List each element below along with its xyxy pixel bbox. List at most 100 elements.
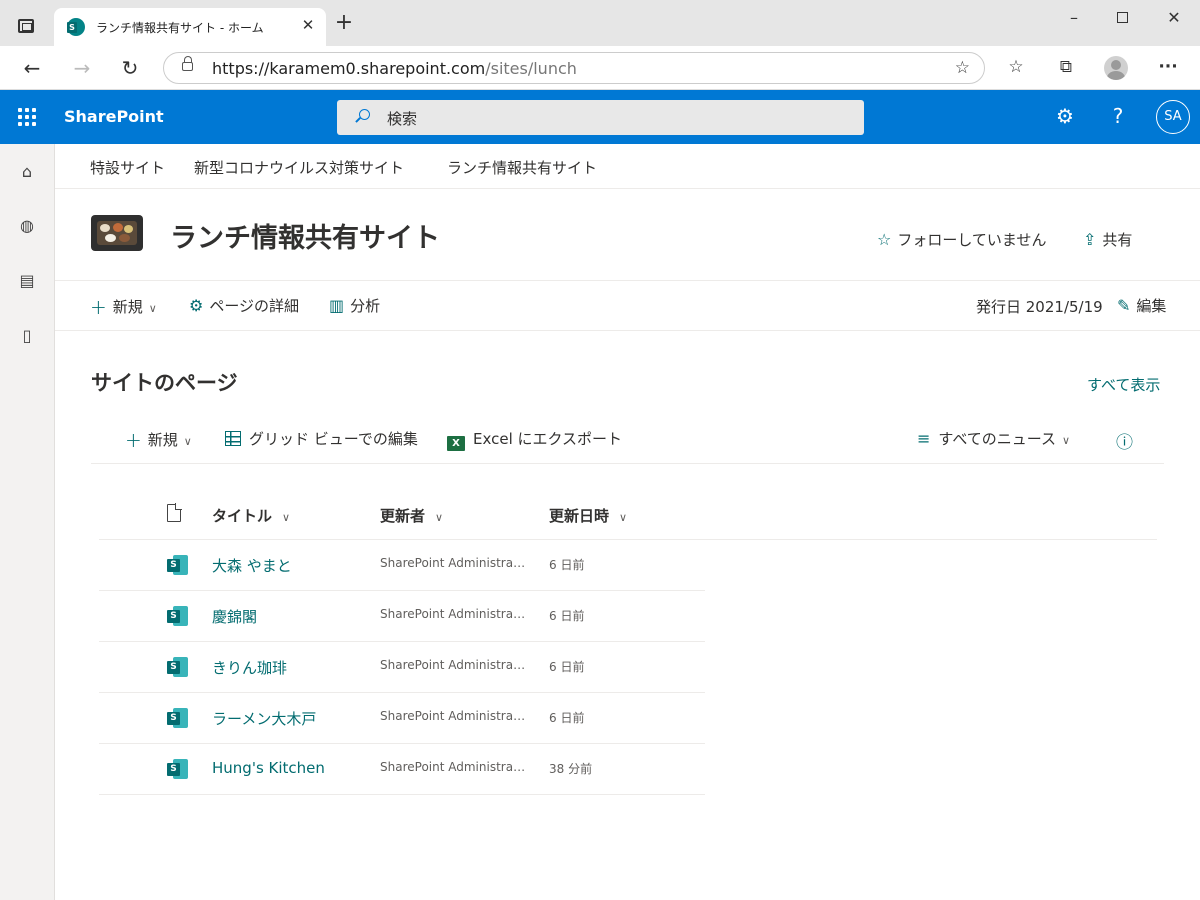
hub-link-special[interactable]: 特設サイト — [90, 157, 165, 178]
star-icon: ☆ — [877, 230, 892, 249]
info-icon[interactable]: ⓘ — [1116, 428, 1133, 453]
url-text[interactable]: https://karamem0.sharepoint.com/sites/lu… — [212, 59, 577, 78]
sharepoint-page-icon — [167, 606, 188, 626]
lock-icon[interactable] — [182, 56, 193, 71]
search-placeholder: 検索 — [387, 110, 418, 128]
pencil-icon: ✎ — [1117, 296, 1131, 315]
favorites-icon[interactable]: ☆ — [1004, 57, 1028, 77]
edit-button[interactable]: ✎ 編集 — [1117, 295, 1166, 316]
excel-icon: X — [447, 436, 465, 451]
window-close-icon[interactable]: ✕ — [1160, 8, 1188, 27]
row-modified-by: SharePoint Administrator — [380, 658, 528, 672]
new-tab-icon[interactable]: + — [332, 12, 356, 34]
app-bar: ⌂ ◍ ▤ ▯ — [0, 144, 55, 900]
settings-gear-icon[interactable]: ⚙ — [1053, 104, 1077, 128]
tab-actions-icon[interactable] — [18, 19, 34, 33]
analytics-icon: ▥ — [329, 296, 345, 315]
reload-icon[interactable]: ↻ — [118, 56, 142, 80]
collections-icon[interactable]: ⧉ — [1054, 57, 1078, 77]
library-command-bar: + 新規 ∨ グリッド ビューでの編集 X Excel にエクスポート ≡ すべてのニュ… — [91, 420, 1164, 464]
pages-list: タイトル∨ 更新者∨ 更新日時∨ 大森 やまと SharePoint Admin… — [99, 490, 1157, 795]
hub-link-covid[interactable]: 新型コロナウイルス対策サイト — [194, 157, 404, 178]
row-modified: 38 分前 — [549, 762, 593, 776]
hub-link-lunch[interactable]: ランチ情報共有サイト — [447, 157, 597, 178]
file-icon[interactable]: ▯ — [17, 326, 37, 346]
tab-close-icon[interactable]: ✕ — [298, 16, 318, 34]
row-title-link[interactable]: Hung's Kitchen — [212, 759, 325, 777]
row-modified: 6 日前 — [549, 660, 585, 674]
site-title[interactable]: ランチ情報共有サイト — [170, 216, 440, 255]
tab-title: ランチ情報共有サイト - ホーム — [96, 21, 264, 35]
new-button[interactable]: + 新規 ∨ — [90, 295, 157, 319]
analytics-button[interactable]: ▥ 分析 — [329, 295, 380, 316]
see-all-link[interactable]: すべて表示 — [1087, 374, 1160, 395]
browser-tab-bar: ランチ情報共有サイト - ホーム ✕ + – ✕ — [0, 0, 1200, 46]
share-button[interactable]: ⇪ 共有 — [1083, 229, 1132, 250]
sharepoint-favicon-icon — [67, 18, 85, 36]
row-title-link[interactable]: ラーメン大木戸 — [212, 708, 316, 729]
table-row[interactable]: きりん珈琲 SharePoint Administrator 6 日前 — [99, 642, 705, 693]
table-row[interactable]: Hung's Kitchen SharePoint Administrator … — [99, 744, 705, 795]
chevron-down-icon: ∨ — [282, 511, 291, 524]
excel-export-button[interactable]: X Excel にエクスポート — [447, 428, 622, 451]
app-launcher-icon[interactable] — [18, 108, 36, 126]
plus-icon: + — [125, 428, 142, 452]
sharepoint-brand[interactable]: SharePoint — [64, 107, 164, 126]
minimize-icon[interactable]: – — [1060, 8, 1088, 27]
column-modified-by[interactable]: 更新者 ∨ — [380, 505, 443, 526]
suite-bar: SharePoint 検索 ⚙ ? SA — [0, 90, 1200, 144]
more-icon[interactable]: ··· — [1156, 57, 1180, 77]
news-icon[interactable]: ▤ — [17, 271, 37, 291]
column-title[interactable]: タイトル ∨ — [212, 505, 290, 526]
add-favorite-icon[interactable]: ☆ — [955, 58, 970, 78]
hub-navigation: 特設サイト 新型コロナウイルス対策サイト ランチ情報共有サイト — [55, 144, 1200, 189]
home-icon[interactable]: ⌂ — [17, 162, 37, 182]
page-command-bar: + 新規 ∨ ⚙ ページの詳細 ▥ 分析 発行日 2021/5/19 ✎ 編集 — [55, 281, 1200, 331]
search-input[interactable]: 検索 — [337, 100, 864, 135]
chevron-down-icon: ∨ — [435, 511, 444, 524]
row-modified-by: SharePoint Administrator — [380, 607, 528, 621]
address-bar[interactable]: https://karamem0.sharepoint.com/sites/lu… — [163, 52, 985, 84]
list-header: タイトル ∨ 更新者 ∨ 更新日時 ∨ — [99, 490, 1157, 540]
sharepoint-page-icon — [167, 555, 188, 575]
file-type-header-icon[interactable] — [167, 503, 182, 522]
browser-tab[interactable]: ランチ情報共有サイト - ホーム ✕ — [54, 8, 326, 46]
share-icon: ⇪ — [1083, 230, 1097, 249]
gear-icon: ⚙ — [189, 296, 204, 315]
row-modified-by: SharePoint Administrator — [380, 709, 528, 723]
view-lines-icon: ≡ — [917, 429, 931, 448]
sharepoint-page-icon — [167, 657, 188, 677]
row-modified: 6 日前 — [549, 558, 585, 572]
help-icon[interactable]: ? — [1106, 104, 1130, 128]
table-row[interactable]: 慶錦閣 SharePoint Administrator 6 日前 — [99, 591, 705, 642]
row-title-link[interactable]: 大森 やまと — [212, 555, 292, 576]
globe-icon[interactable]: ◍ — [17, 216, 37, 236]
chevron-down-icon: ∨ — [1062, 434, 1071, 447]
published-date: 発行日 2021/5/19 — [976, 298, 1103, 316]
row-modified-by: SharePoint Administrator — [380, 760, 528, 774]
row-title-link[interactable]: 慶錦閣 — [212, 606, 257, 627]
grid-icon — [225, 431, 241, 446]
maximize-icon[interactable] — [1117, 12, 1128, 23]
table-row[interactable]: 大森 やまと SharePoint Administrator 6 日前 — [99, 540, 705, 591]
browser-toolbar: ← → ↻ https://karamem0.sharepoint.com/si… — [0, 46, 1200, 90]
library-new-button[interactable]: + 新規 ∨ — [125, 428, 192, 452]
plus-icon: + — [90, 295, 107, 319]
table-row[interactable]: ラーメン大木戸 SharePoint Administrator 6 日前 — [99, 693, 705, 744]
site-header: ランチ情報共有サイト ☆ フォローしていません ⇪ 共有 — [55, 189, 1200, 281]
user-avatar[interactable]: SA — [1156, 100, 1190, 134]
follow-button[interactable]: ☆ フォローしていません — [877, 229, 1046, 250]
sharepoint-page-icon — [167, 708, 188, 728]
grid-edit-button[interactable]: グリッド ビューでの編集 — [225, 428, 418, 449]
forward-icon[interactable]: → — [70, 56, 94, 80]
page-details-button[interactable]: ⚙ ページの詳細 — [189, 295, 299, 316]
column-modified[interactable]: 更新日時 ∨ — [549, 505, 627, 526]
chevron-down-icon: ∨ — [148, 302, 157, 315]
row-modified: 6 日前 — [549, 711, 585, 725]
row-title-link[interactable]: きりん珈琲 — [212, 657, 287, 678]
site-logo[interactable] — [91, 215, 143, 251]
view-selector[interactable]: ≡ すべてのニュース ∨ — [917, 428, 1070, 449]
sharepoint-page-icon — [167, 759, 188, 779]
back-icon[interactable]: ← — [20, 56, 44, 80]
profile-avatar[interactable] — [1104, 56, 1128, 80]
